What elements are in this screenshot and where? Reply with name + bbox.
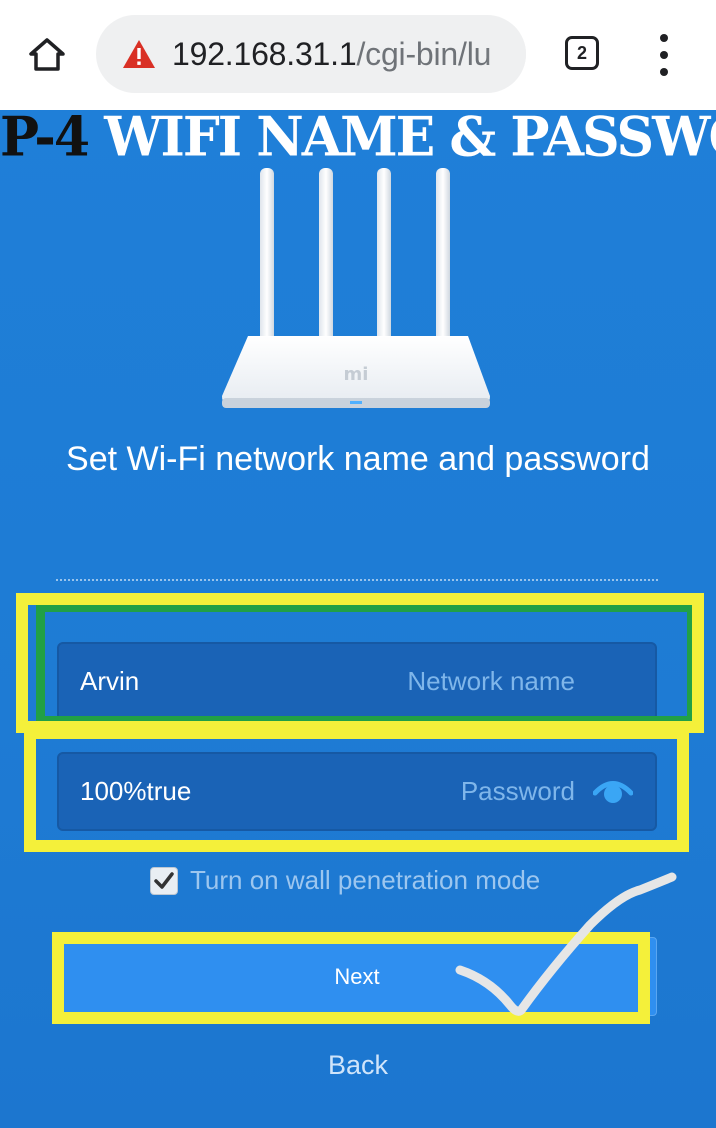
eye-icon[interactable]	[593, 776, 633, 806]
browser-toolbar: 192.168.31.1/cgi-bin/lu 2	[0, 0, 716, 110]
svg-text:mi: mi	[344, 364, 369, 385]
password-field[interactable]: 100%true Password	[57, 752, 657, 831]
back-label: Back	[327, 1050, 389, 1080]
url-fade	[486, 15, 526, 93]
password-value: 100%true	[80, 776, 192, 806]
home-icon	[29, 38, 65, 71]
checkmark-annotation-icon	[455, 872, 677, 1016]
home-button[interactable]	[22, 30, 72, 80]
divider	[56, 579, 658, 581]
address-bar[interactable]: 192.168.31.1/cgi-bin/lu	[96, 15, 526, 93]
router-illustration: mi	[222, 168, 490, 408]
tab-switcher-button[interactable]: 2	[565, 36, 599, 70]
back-link[interactable]: Back	[0, 1050, 716, 1081]
step-banner: P-4 WIFI NAME & PASSWORD	[0, 110, 716, 172]
setup-heading: Set Wi-Fi network name and password	[66, 440, 650, 478]
wall-penetration-checkbox[interactable]	[150, 866, 178, 895]
checkmark-icon	[154, 871, 174, 889]
step-label: P-4	[0, 110, 90, 170]
warning-icon[interactable]	[122, 39, 156, 69]
tab-count: 2	[576, 42, 587, 63]
url-path: /cgi-bin/lu	[356, 36, 492, 72]
more-vert-icon[interactable]	[650, 34, 678, 76]
next-label: Next	[334, 963, 380, 989]
password-placeholder: Password	[460, 776, 575, 806]
step-title: WIFI NAME & PASSWORD	[104, 110, 716, 170]
router-setup-page: P-4 WIFI NAME & PASSWORD mi Set Wi-Fi ne…	[0, 110, 716, 1128]
url-text: 192.168.31.1/cgi-bin/lu	[172, 36, 491, 72]
network-name-placeholder: Network name	[407, 666, 575, 696]
network-name-value: Arvin	[80, 666, 140, 696]
network-name-field[interactable]: Arvin Network name	[57, 642, 657, 721]
url-host: 192.168.31.1	[172, 36, 357, 72]
